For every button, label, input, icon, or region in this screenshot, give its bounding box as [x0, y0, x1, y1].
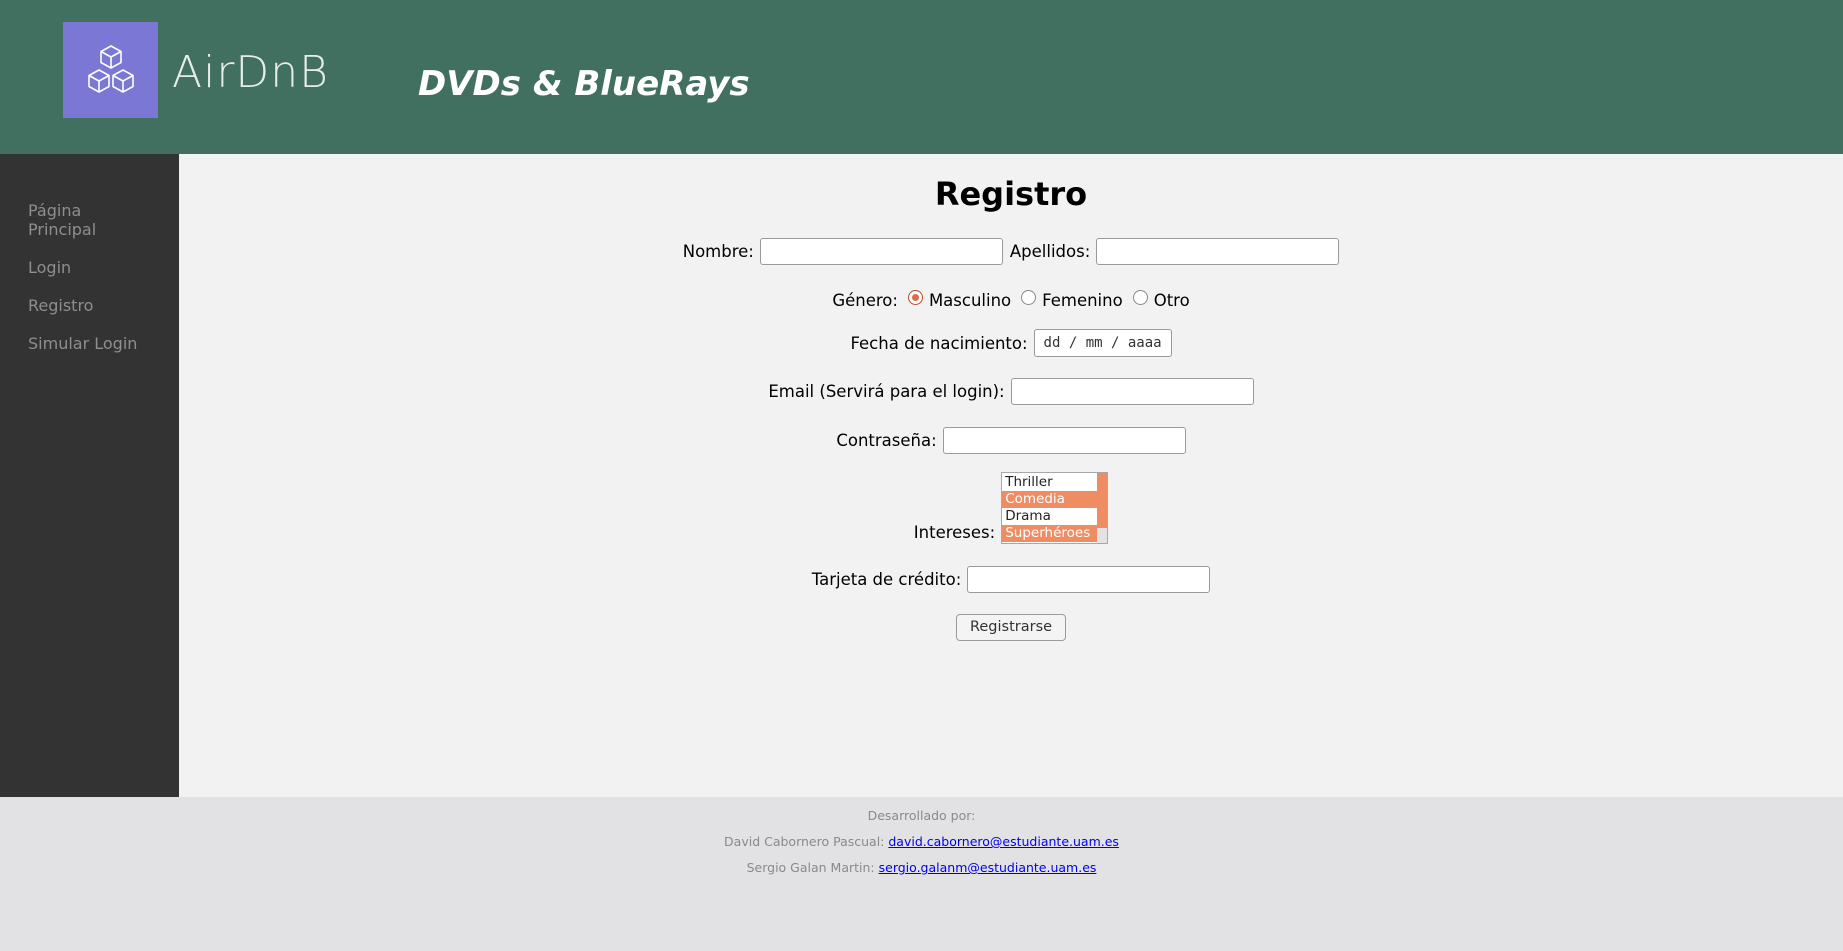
sidebar-item-login[interactable]: Login	[28, 258, 71, 277]
genero-otro-radio[interactable]	[1132, 289, 1148, 305]
genero-femenino-radio[interactable]	[1021, 289, 1037, 305]
tarjeta-input[interactable]	[967, 565, 1211, 593]
genero-option-label: Masculino	[928, 290, 1012, 310]
footer-dev2-email-link[interactable]: sergio.galanm@estudiante.uam.es	[879, 860, 1097, 875]
genero-option-label: Otro	[1153, 290, 1190, 310]
page-title: Registro	[934, 175, 1088, 213]
submit-row: Registrarse	[179, 612, 1843, 642]
nombre-label: Nombre:	[682, 241, 754, 261]
footer-dev1-name: David Cabornero Pascual:	[724, 834, 885, 849]
name-row: Nombre: Apellidos:	[179, 236, 1843, 266]
apellidos-input[interactable]	[1096, 237, 1340, 265]
intereses-option[interactable]: Comedia	[1002, 491, 1099, 508]
sidebar-item-label: Principal	[28, 220, 97, 239]
site-footer: Desarrollado por: David Cabornero Pascua…	[0, 797, 1843, 951]
password-input[interactable]	[942, 426, 1186, 454]
footer-dev2: Sergio Galan Martin: sergio.galanm@estud…	[0, 860, 1843, 876]
genero-masculino-radio[interactable]	[907, 289, 923, 305]
site-title: DVDs & BlueRays	[418, 64, 750, 104]
listbox-scrollbar-track[interactable]	[1097, 528, 1108, 543]
logo-text[interactable]: AirDnB	[172, 47, 329, 99]
sidebar-nav: Página Principal Login Registro Simular …	[0, 154, 179, 797]
sidebar-item-label: Página	[28, 201, 82, 220]
nombre-input[interactable]	[759, 237, 1003, 265]
sidebar-item-pagina-principal[interactable]: Página Principal	[28, 201, 96, 239]
sidebar-item-registro[interactable]: Registro	[28, 296, 93, 315]
email-label: Email (Servirá para el login):	[768, 381, 1005, 401]
footer-dev-label: Desarrollado por:	[867, 808, 976, 823]
footer-dev2-name: Sergio Galan Martin:	[746, 860, 875, 875]
cubes-icon	[87, 45, 134, 93]
password-row: Contraseña:	[179, 425, 1843, 455]
footer-dev1-email-link[interactable]: david.cabornero@estudiante.uam.es	[888, 834, 1119, 849]
fecha-input[interactable]: dd / mm / aaaa	[1033, 329, 1172, 357]
intereses-row: Intereses: Thriller Comedia Drama Superh…	[179, 472, 1843, 544]
tarjeta-row: Tarjeta de crédito:	[179, 564, 1843, 594]
intereses-option[interactable]: Drama	[1002, 508, 1098, 525]
intereses-option[interactable]: Superhéroes	[1002, 525, 1099, 542]
fecha-placeholder: dd / mm / aaaa	[1043, 335, 1162, 351]
genero-row: Género: Masculino Femenino Otro	[179, 285, 1843, 315]
sidebar-item-simular-login[interactable]: Simular Login	[28, 334, 137, 353]
intereses-label: Intereses:	[913, 523, 996, 542]
intereses-option[interactable]: Thriller	[1002, 474, 1098, 491]
genero-label: Género:	[832, 290, 898, 310]
tarjeta-label: Tarjeta de crédito:	[811, 569, 962, 589]
genero-option-label: Femenino	[1042, 290, 1123, 310]
fecha-label: Fecha de nacimiento:	[850, 333, 1028, 353]
email-row: Email (Servirá para el login):	[179, 376, 1843, 406]
email-input[interactable]	[1010, 377, 1254, 405]
site-header: AirDnB DVDs & BlueRays	[0, 0, 1843, 154]
registrarse-button[interactable]: Registrarse	[955, 613, 1067, 641]
apellidos-label: Apellidos:	[1009, 241, 1091, 261]
footer-dev1: David Cabornero Pascual: david.cabornero…	[0, 834, 1843, 850]
password-label: Contraseña:	[836, 430, 937, 450]
main-content: Registro Nombre: Apellidos: Género: Masc…	[179, 154, 1843, 797]
intereses-listbox[interactable]: Thriller Comedia Drama Superhéroes	[1001, 472, 1109, 544]
logo[interactable]	[63, 22, 158, 118]
fecha-row: Fecha de nacimiento: dd / mm / aaaa	[179, 328, 1843, 358]
